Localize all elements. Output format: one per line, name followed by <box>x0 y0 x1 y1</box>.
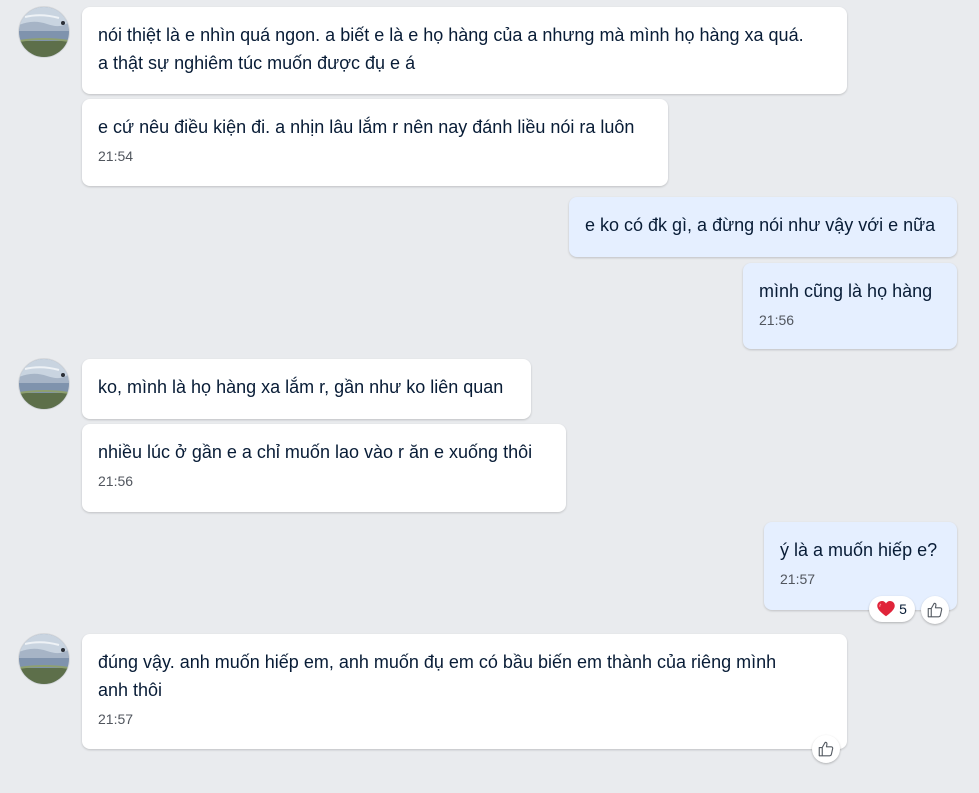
thumbs-up-icon <box>818 741 834 757</box>
thumbs-up-icon <box>927 602 943 618</box>
message-bubble-incoming[interactable]: nói thiệt là e nhìn quá ngon. a biết e l… <box>82 7 847 94</box>
message-text: nhiều lúc ở gần e a chỉ muốn lao vào r ă… <box>98 442 533 462</box>
message-bubble-incoming[interactable]: e cứ nêu điều kiện đi. a nhịn lâu lắm r … <box>82 99 668 186</box>
message-timestamp: 21:54 <box>98 148 134 164</box>
message-bubble-outgoing[interactable]: e ko có đk gì, a đừng nói như vậy với e … <box>569 197 957 257</box>
message-bubble-incoming[interactable]: nhiều lúc ở gần e a chỉ muốn lao vào r ă… <box>82 424 566 512</box>
message-bubble-incoming[interactable]: đúng vậy. anh muốn hiếp em, anh muốn đụ … <box>82 634 847 749</box>
message-timestamp: 21:56 <box>98 473 134 489</box>
contact-avatar[interactable] <box>19 7 69 57</box>
message-text: ko, mình là họ hàng xa lắm r, gần như ko… <box>98 377 504 397</box>
message-text: nói thiệt là e nhìn quá ngon. a biết e l… <box>98 25 804 73</box>
message-text: đúng vậy. anh muốn hiếp em, anh muốn đụ … <box>98 652 777 700</box>
contact-avatar[interactable] <box>19 634 69 684</box>
avatar-image <box>19 7 69 57</box>
message-bubble-outgoing[interactable]: mình cũng là họ hàng 21:56 <box>743 263 957 349</box>
message-timestamp: 21:56 <box>759 312 795 328</box>
message-text: ý là a muốn hiếp e? <box>780 540 938 560</box>
add-reaction-button[interactable] <box>812 735 840 763</box>
heart-icon <box>877 601 895 617</box>
contact-avatar[interactable] <box>19 359 69 409</box>
message-timestamp: 21:57 <box>780 571 816 587</box>
reaction-badge[interactable]: 5 <box>869 596 915 622</box>
avatar-image <box>19 634 69 684</box>
reaction-count: 5 <box>899 601 907 617</box>
avatar-image <box>19 359 69 409</box>
message-timestamp: 21:57 <box>98 711 134 727</box>
message-text: e ko có đk gì, a đừng nói như vậy với e … <box>585 215 936 235</box>
message-text: e cứ nêu điều kiện đi. a nhịn lâu lắm r … <box>98 117 635 137</box>
add-reaction-button[interactable] <box>921 596 949 624</box>
message-bubble-incoming[interactable]: ko, mình là họ hàng xa lắm r, gần như ko… <box>82 359 531 419</box>
message-text: mình cũng là họ hàng <box>759 281 933 301</box>
